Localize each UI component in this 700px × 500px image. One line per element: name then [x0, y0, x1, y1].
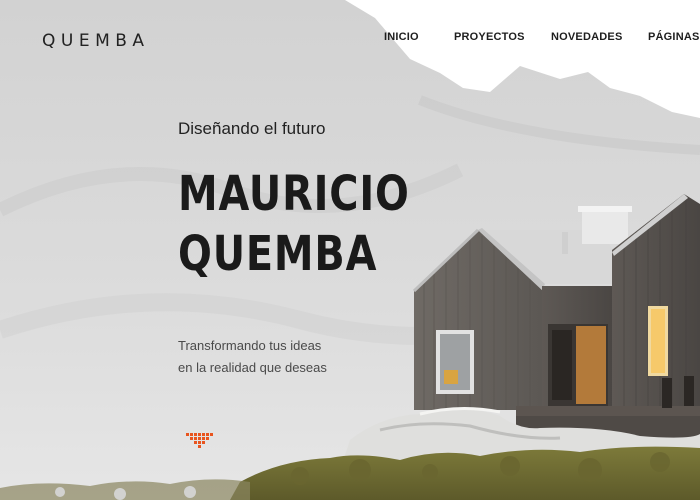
- nav-item-novedades[interactable]: NOVEDADES: [551, 31, 622, 43]
- hero-name-line-2: QUEMBA: [178, 226, 378, 282]
- hero-name-line-1: MAURICIO: [178, 166, 410, 222]
- main-navigation: INICIO PROYECTOS NOVEDADES PÁGINAS: [0, 31, 700, 45]
- nav-item-inicio[interactable]: INICIO: [384, 31, 419, 43]
- nav-item-proyectos[interactable]: PROYECTOS: [454, 31, 525, 43]
- nav-item-paginas[interactable]: PÁGINAS: [648, 31, 700, 43]
- chevron-dots-down-icon[interactable]: [185, 432, 213, 448]
- hero-tagline: Transformando tus ideas en la realidad q…: [178, 335, 398, 379]
- hero-tagline-line-1: Transformando tus ideas: [178, 338, 322, 353]
- hero-subtitle: Diseñando el futuro: [178, 119, 326, 138]
- hero-tagline-line-2: en la realidad que deseas: [178, 360, 327, 375]
